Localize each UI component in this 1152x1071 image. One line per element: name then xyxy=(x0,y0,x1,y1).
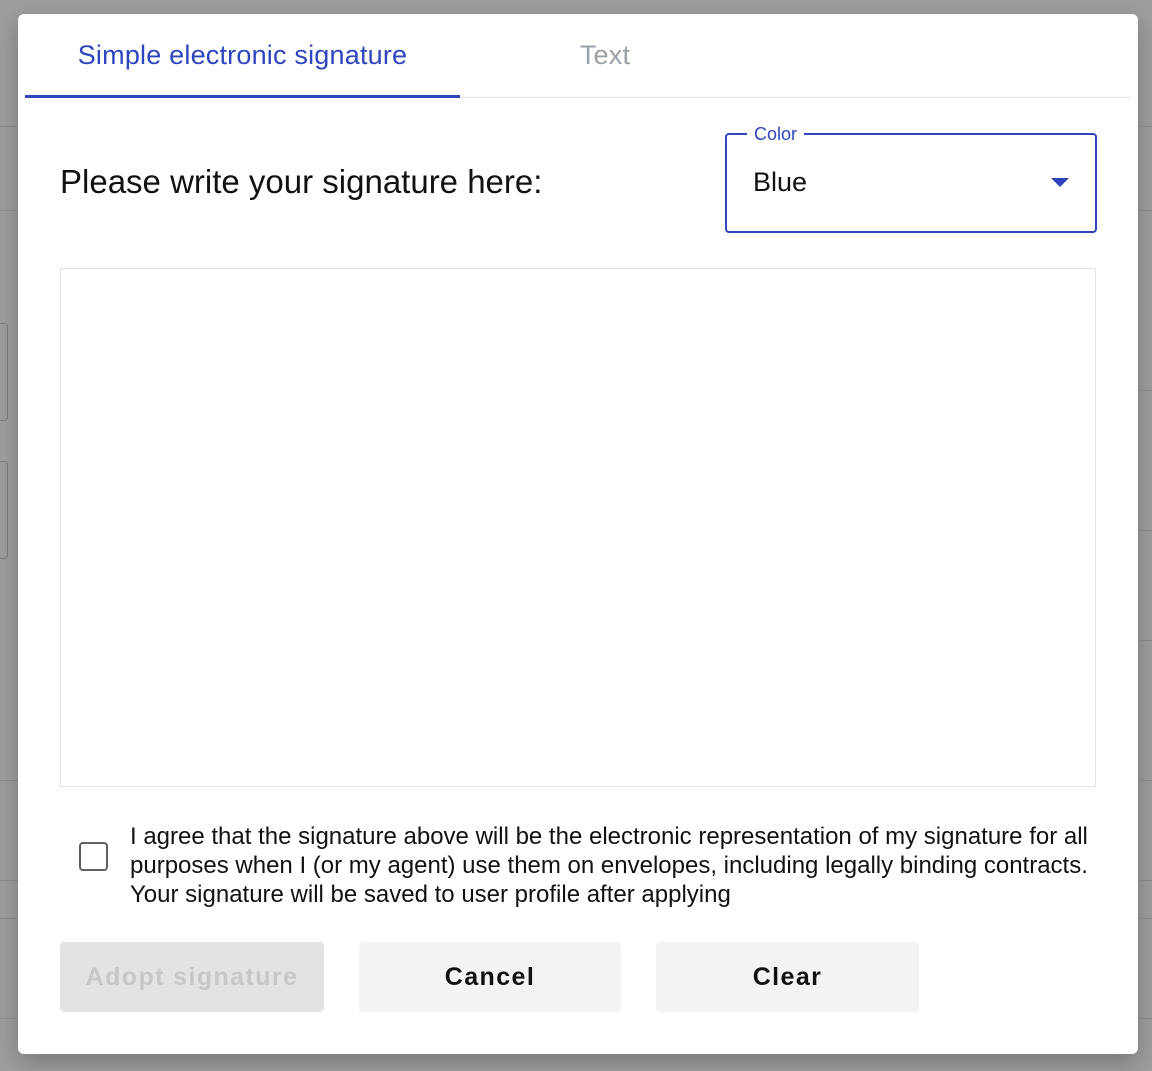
color-select-label: Color xyxy=(747,123,805,145)
caret-down-icon xyxy=(1051,178,1069,187)
agreement-text: I agree that the signature above will be… xyxy=(130,823,1088,908)
cancel-button[interactable]: Cancel xyxy=(359,942,621,1012)
color-select-value: Blue xyxy=(753,167,808,197)
background-field xyxy=(0,461,8,559)
color-select[interactable]: Color Blue xyxy=(725,123,1097,233)
signature-canvas[interactable] xyxy=(60,268,1096,787)
signature-heading: Please write your signature here: xyxy=(60,163,543,200)
tab-simple-electronic-signature[interactable]: Simple electronic signature xyxy=(25,14,460,98)
tab-text[interactable]: Text xyxy=(460,14,750,97)
background-divider xyxy=(1138,390,1152,391)
tab-bar: Simple electronic signature Text xyxy=(25,14,1131,98)
adopt-signature-label: Adopt signature xyxy=(85,962,299,991)
cancel-label: Cancel xyxy=(444,962,536,991)
agreement-checkbox[interactable] xyxy=(79,842,108,871)
tab-label: Text xyxy=(579,40,631,70)
adopt-signature-button[interactable]: Adopt signature xyxy=(60,942,324,1012)
tab-label: Simple electronic signature xyxy=(77,40,408,70)
background-divider xyxy=(1138,640,1152,641)
signature-dialog: Simple electronic signature Text Please … xyxy=(18,14,1138,1054)
clear-label: Clear xyxy=(752,962,823,991)
background-divider xyxy=(1138,530,1152,531)
background-field xyxy=(0,323,8,421)
clear-button[interactable]: Clear xyxy=(656,942,919,1012)
